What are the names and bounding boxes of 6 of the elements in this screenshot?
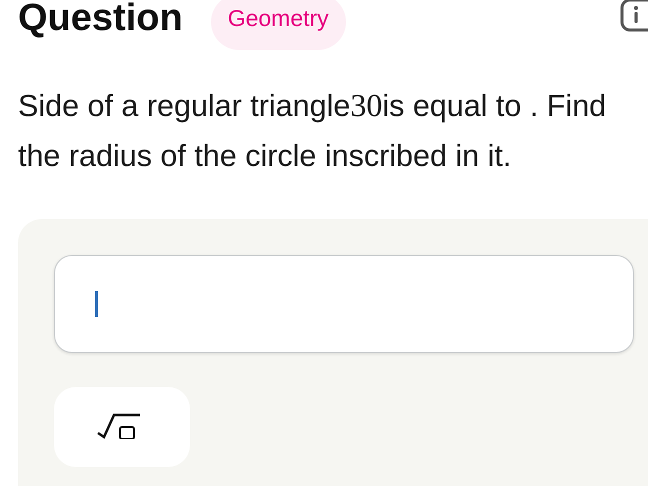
question-text: Side of a regular triangle30is equal to . Find the radius of the circle inscribed in it. xyxy=(18,86,608,175)
page-title: Question xyxy=(18,0,183,38)
topic-tag: Geometry xyxy=(210,0,346,50)
square-root-key[interactable] xyxy=(54,387,190,467)
answer-field[interactable] xyxy=(54,255,634,353)
text-cursor xyxy=(95,291,98,317)
